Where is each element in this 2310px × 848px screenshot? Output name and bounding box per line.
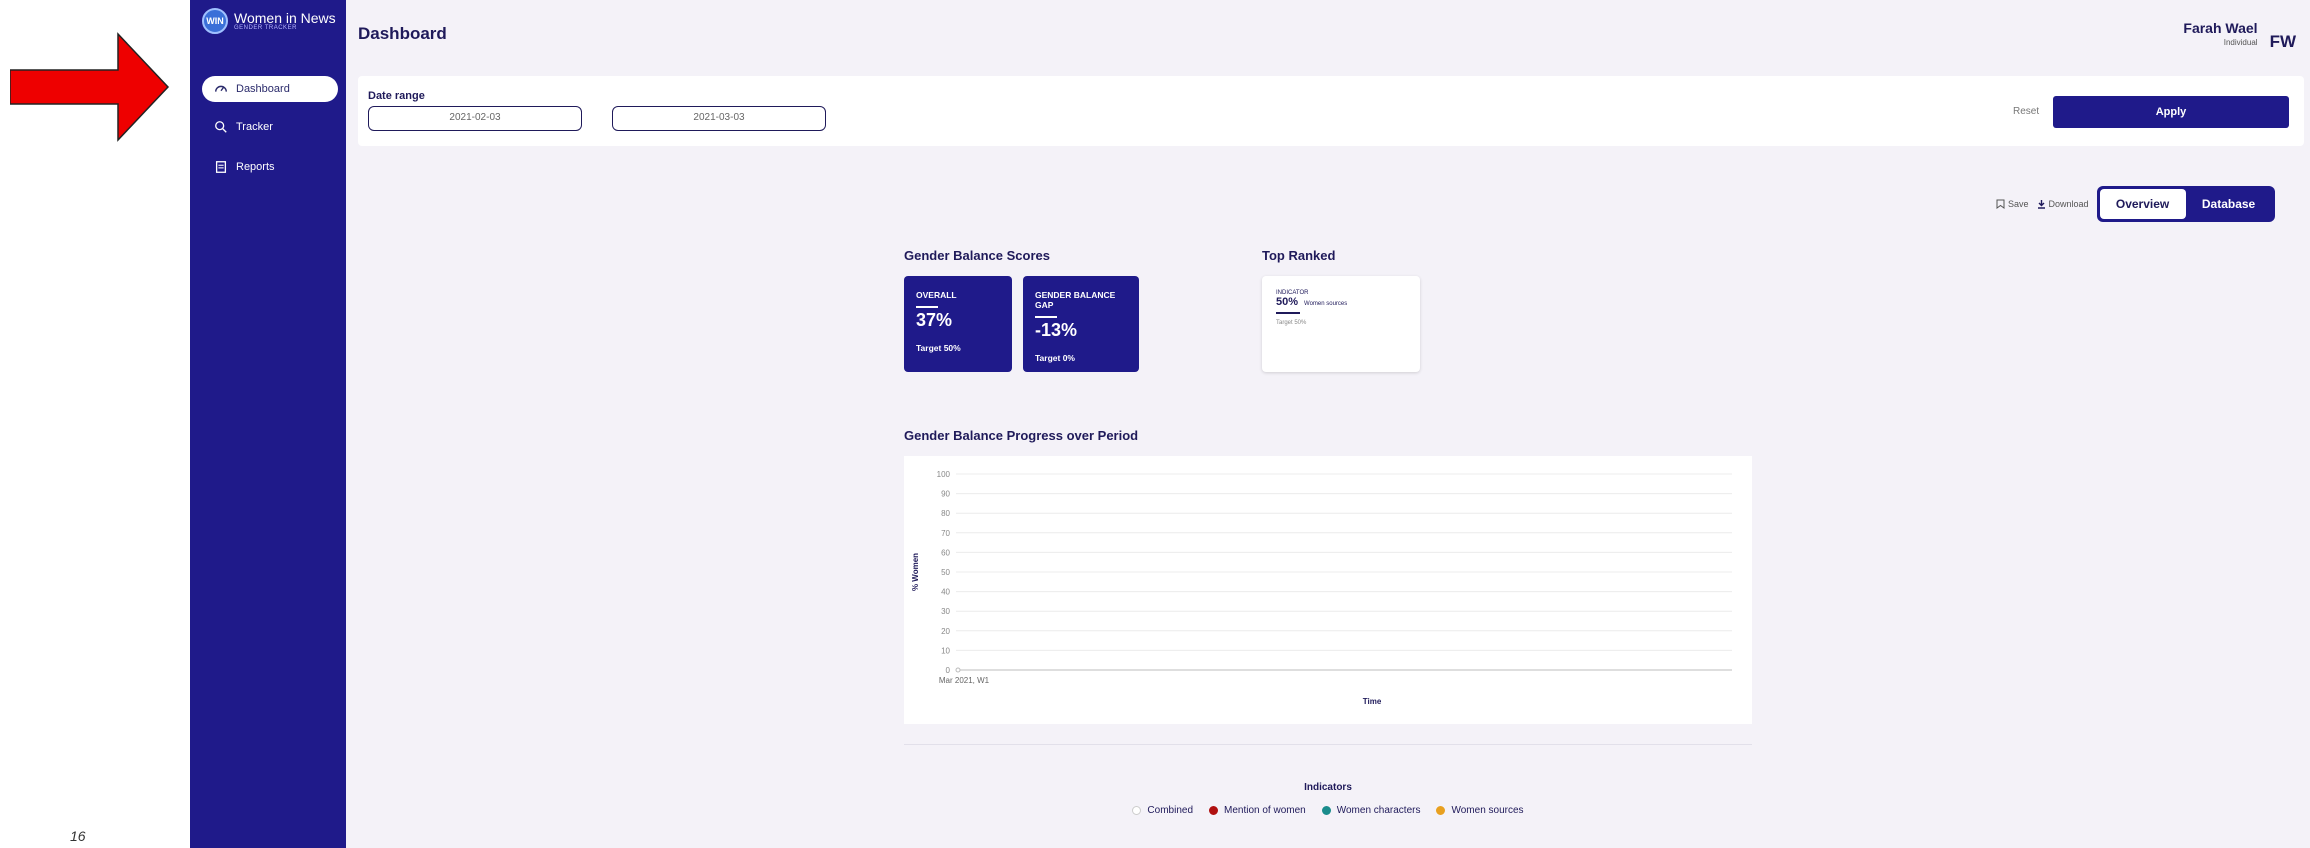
- scores-title: Gender Balance Scores: [904, 248, 1050, 263]
- overall-label: OVERALL: [916, 290, 957, 300]
- y-tick-label: 20: [941, 627, 950, 636]
- tab-overview[interactable]: Overview: [2099, 189, 2186, 219]
- sidebar-item-reports[interactable]: Reports: [202, 154, 338, 180]
- chart-legend: Combined Mention of women Women characters…: [904, 805, 1752, 816]
- legend-title: Indicators: [1304, 782, 1352, 793]
- end-date-input[interactable]: 2021-03-03: [612, 106, 826, 131]
- logo-badge-icon: WIN: [202, 8, 228, 34]
- top-ranked-target: Target 50%: [1276, 319, 1307, 326]
- app-logo[interactable]: WIN Women in News GENDER TRACKER: [202, 8, 336, 34]
- progress-chart: 100 90 80 70 60 50 40 30 20 10 0% Women Time Mar 202…: [904, 456, 1752, 724]
- legend-label: Combined: [1147, 805, 1194, 816]
- legend-dot-icon: [1209, 806, 1219, 815]
- start-date-input[interactable]: 2021-02-03: [368, 106, 582, 131]
- sidebar-item-label: Tracker: [236, 121, 273, 133]
- gauge-icon: [215, 85, 227, 92]
- apply-button[interactable]: Apply: [2053, 96, 2289, 128]
- user-profile[interactable]: Farah Wael Individual FW: [2183, 20, 2296, 52]
- y-tick-label: 80: [941, 509, 950, 518]
- magnifier-icon: [215, 121, 227, 133]
- user-role: Individual: [2223, 38, 2258, 47]
- gap-value: -13%: [1035, 320, 1078, 340]
- divider: [904, 744, 1752, 745]
- y-tick-label: 90: [941, 490, 950, 499]
- download-label: Download: [2048, 199, 2089, 209]
- y-tick-label: 100: [937, 470, 951, 479]
- top-ranked-indicator: Women sources: [1304, 301, 1348, 307]
- document-icon: [215, 161, 227, 173]
- page-title: Dashboard: [358, 24, 447, 43]
- underline: [1276, 312, 1300, 314]
- overall-value: 37%: [916, 310, 953, 330]
- filter-bar: Date range 2021-02-03 2021-03-03 Reset A…: [358, 76, 2304, 146]
- x-tick-label: Mar 2021, W1: [939, 676, 990, 685]
- date-range-label: Date range: [368, 90, 425, 102]
- gap-target: Target 0%: [1035, 353, 1075, 363]
- page-number: 16: [70, 828, 86, 844]
- legend-item[interactable]: Women characters: [1321, 805, 1421, 816]
- gap-label: GENDER BALANCE GAP: [1035, 290, 1116, 310]
- sidebar-item-tracker[interactable]: Tracker: [202, 114, 338, 140]
- save-button[interactable]: Save: [1996, 199, 2029, 209]
- legend-dot-icon: [1321, 806, 1331, 815]
- legend-item[interactable]: Combined: [1132, 805, 1193, 816]
- chart-canvas: 1009080706050403020100% WomenTimeMar 202…: [911, 470, 1732, 706]
- sidebar: WIN Women in News GENDER TRACKER Dashboa…: [190, 0, 346, 848]
- gap-score-card: GENDER BALANCE GAP -13% Target 0%: [1023, 276, 1139, 372]
- user-name: Farah Wael: [2183, 20, 2258, 36]
- legend-label: Women characters: [1336, 805, 1421, 816]
- save-label: Save: [2008, 199, 2029, 209]
- reset-button[interactable]: Reset: [2013, 106, 2039, 117]
- underline: [916, 306, 938, 308]
- y-tick-label: 40: [941, 588, 950, 597]
- top-ranked-card: INDICATOR 50% Women sources Target 50%: [1262, 276, 1420, 372]
- y-tick-label: 60: [941, 548, 950, 557]
- legend-label: Mention of women: [1224, 805, 1306, 816]
- y-tick-label: 50: [941, 568, 950, 577]
- progress-title: Gender Balance Progress over Period: [904, 428, 1139, 443]
- view-toggle: Overview Database: [2096, 186, 2275, 222]
- legend-label: Women sources: [1451, 805, 1524, 816]
- y-tick-label: 0: [946, 666, 951, 675]
- overall-score-card: OVERALL 37% Target 50%: [904, 276, 1012, 372]
- logo-title: Women in News: [234, 10, 336, 26]
- y-axis-label: % Women: [911, 553, 920, 591]
- legend-dot-icon: [1436, 806, 1446, 815]
- underline: [1035, 316, 1057, 318]
- legend-dot-icon: [1132, 806, 1142, 815]
- x-axis-label: Time: [1363, 697, 1382, 706]
- bookmark-icon: [1996, 199, 2005, 209]
- overall-target: Target 50%: [916, 343, 961, 353]
- download-icon: [2037, 200, 2045, 209]
- sidebar-item-dashboard[interactable]: Dashboard: [202, 76, 338, 102]
- sidebar-item-label: Reports: [236, 161, 275, 173]
- tab-database[interactable]: Database: [2186, 189, 2272, 219]
- y-tick-label: 70: [941, 529, 950, 538]
- data-point: [955, 667, 961, 673]
- view-toolbar: Save Download Overview Database: [1996, 186, 2275, 222]
- main-content: Dashboard Farah Wael Individual FW Date …: [346, 0, 2310, 848]
- legend-item[interactable]: Women sources: [1436, 805, 1524, 816]
- y-tick-label: 10: [941, 646, 950, 655]
- annotation-arrow: [10, 32, 170, 142]
- sidebar-item-label: Dashboard: [236, 83, 290, 95]
- top-ranked-value: 50%: [1276, 296, 1299, 308]
- legend-item[interactable]: Mention of women: [1209, 805, 1306, 816]
- download-button[interactable]: Download: [2037, 199, 2089, 209]
- y-tick-label: 30: [941, 607, 950, 616]
- top-ranked-title: Top Ranked: [1262, 248, 1336, 263]
- avatar[interactable]: FW: [2270, 32, 2296, 52]
